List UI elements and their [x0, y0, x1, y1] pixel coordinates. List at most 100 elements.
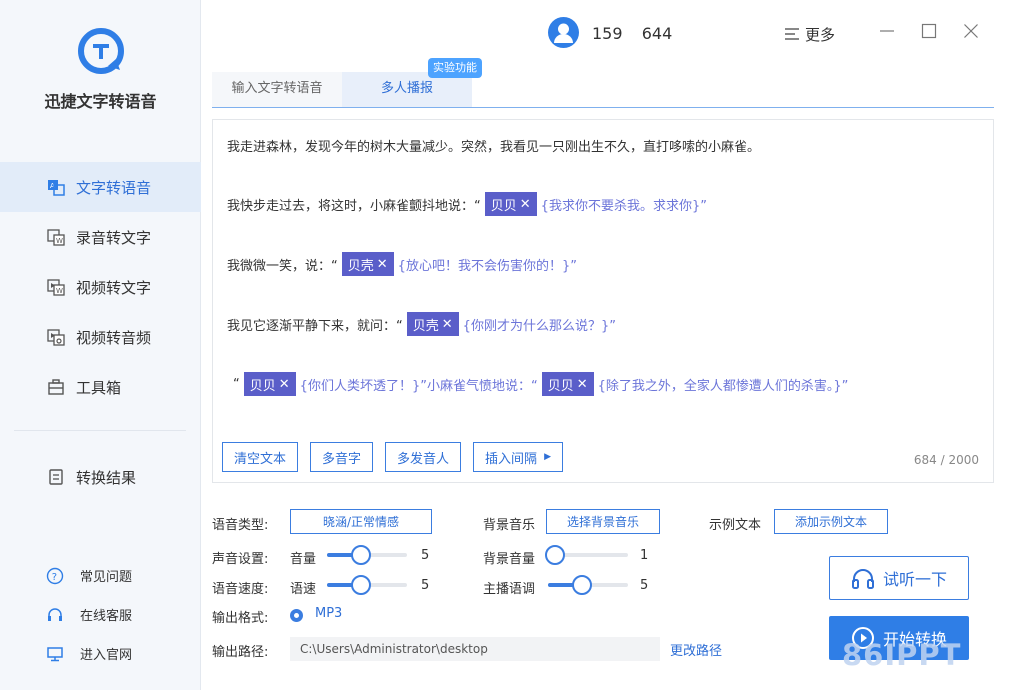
monitor-icon	[46, 645, 64, 663]
speed-slider[interactable]	[327, 575, 407, 595]
char-counter: 684 / 2000	[913, 453, 979, 467]
sidebar-item-label: 录音转文字	[76, 228, 152, 247]
menu-icon	[785, 26, 799, 44]
sidebar-item-text-to-speech[interactable]: A 文字转语音	[0, 162, 201, 212]
volume-slider[interactable]	[327, 545, 407, 565]
editor-text: “	[233, 376, 240, 392]
sidebar-item-toolbox[interactable]: 工具箱	[0, 362, 201, 412]
speaker-chip[interactable]: 贝贝 ✕	[484, 192, 537, 216]
speed-sub-label: 语速	[290, 582, 317, 597]
clear-text-button[interactable]: 清空文本	[222, 442, 299, 472]
chip-close-icon[interactable]: ✕	[279, 377, 290, 392]
minimize-button[interactable]	[878, 22, 896, 40]
experimental-badge: 实验功能	[428, 58, 482, 78]
sidebar-item-results-wrap: 转换结果	[0, 452, 201, 502]
close-button[interactable]	[962, 22, 980, 40]
text-to-speech-icon: A	[46, 177, 66, 197]
slider-knob[interactable]	[350, 545, 371, 565]
support-link[interactable]: 在线客服	[0, 595, 201, 634]
editor-line: 我微微一笑，说：“ 贝壳 ✕ {放心吧！我不会伤害你的！}”	[227, 252, 577, 276]
sidebar-divider	[14, 430, 186, 431]
recording-to-text-icon: W	[46, 227, 66, 247]
speaker-chip-label: 贝贝	[547, 378, 574, 394]
change-path-link[interactable]: 更改路径	[670, 640, 722, 659]
chip-close-icon[interactable]: ✕	[577, 377, 588, 392]
sample-text-label: 示例文本	[709, 518, 762, 533]
sidebar-item-results[interactable]: 转换结果	[0, 452, 201, 502]
user-phone: 159 644	[592, 24, 673, 43]
sidebar-nav: A 文字转语音 W 录音转文字 W 视频转文字 视频转音频 工具箱	[0, 162, 201, 412]
slider-knob[interactable]	[350, 575, 371, 595]
website-link-label: 进入官网	[80, 648, 133, 663]
maximize-button[interactable]	[920, 22, 938, 40]
sidebar-bottom-links: ? 常见问题 在线客服 进入官网	[0, 556, 201, 673]
speaker-chip[interactable]: 贝贝 ✕	[541, 372, 594, 396]
output-path-label: 输出路径:	[212, 645, 269, 660]
support-link-label: 在线客服	[80, 609, 133, 624]
more-menu-button[interactable]: 更多	[785, 24, 835, 45]
editor-text: 我微微一笑，说：“	[227, 258, 338, 274]
choose-bgm-button[interactable]: 选择背景音乐	[546, 509, 660, 534]
sidebar-item-label: 转换结果	[76, 468, 137, 487]
faq-link[interactable]: ? 常见问题	[0, 556, 201, 595]
maximize-icon	[921, 23, 937, 39]
pitch-value: 5	[640, 578, 649, 593]
output-path-field[interactable]: C:\Users\Administrator\desktop	[290, 637, 660, 661]
svg-text:W: W	[56, 237, 63, 245]
sidebar-item-label: 文字转语音	[76, 178, 152, 197]
app-name: 迅捷文字转语音	[44, 92, 157, 111]
speaker-chip[interactable]: 贝贝 ✕	[243, 372, 296, 396]
mp3-radio[interactable]	[290, 609, 303, 622]
headset-icon	[46, 606, 64, 624]
speaker-chip-label: 贝贝	[249, 378, 276, 394]
speed-value: 5	[421, 578, 430, 593]
avatar[interactable]	[548, 17, 579, 48]
tab-text-to-speech[interactable]: 输入文字转语音	[212, 72, 342, 107]
multi-speaker-button[interactable]: 多发音人	[385, 442, 462, 472]
speaker-text: {你刚才为什么那么说？}”	[462, 318, 616, 334]
slider-knob[interactable]	[571, 575, 592, 595]
more-label: 更多	[805, 26, 836, 44]
output-format-label: 输出格式:	[212, 611, 269, 626]
speaker-chip-label: 贝壳	[347, 258, 374, 274]
chip-close-icon[interactable]: ✕	[442, 317, 453, 332]
text-editor[interactable]: 我走进森林，发现今年的树木大量减少。突然，我看见一只刚出生不久，直打哆嗦的小麻雀…	[212, 119, 994, 483]
sidebar-item-label: 视频转文字	[76, 278, 152, 297]
question-icon: ?	[46, 567, 64, 585]
editor-line: 我走进森林，发现今年的树木大量减少。突然，我看见一只刚出生不久，直打哆嗦的小麻雀…	[227, 136, 760, 155]
mp3-radio-label[interactable]: MP3	[315, 606, 342, 621]
bgm-label: 背景音乐	[483, 518, 536, 533]
volume-label: 音量	[290, 552, 317, 567]
faq-link-label: 常见问题	[80, 570, 133, 585]
add-sample-text-button[interactable]: 添加示例文本	[774, 509, 888, 534]
chip-close-icon[interactable]: ✕	[377, 257, 388, 272]
voice-type-label: 语音类型:	[212, 518, 269, 533]
sidebar-item-video-to-text[interactable]: W 视频转文字	[0, 262, 201, 312]
editor-toolbar: 清空文本 多音字 多发音人 插入间隔 ▶	[222, 442, 575, 472]
bgm-volume-slider[interactable]	[544, 545, 628, 565]
speaker-text: {除了我之外，全家人都惨遭人们的杀害。}”	[597, 378, 849, 394]
pitch-label: 主播语调	[483, 582, 536, 597]
insert-pause-label: 插入间隔	[485, 451, 538, 467]
headphones-icon	[851, 567, 875, 589]
voice-type-button[interactable]: 晓涵/正常情感	[290, 509, 432, 534]
mode-tabs: 输入文字转语音 多人播报	[212, 72, 994, 108]
editor-line: “ 贝贝 ✕ {你们人类坏透了！}”小麻雀气愤地说：“ 贝贝 ✕ {除了我之外，全家…	[233, 372, 848, 396]
polyphone-button[interactable]: 多音字	[310, 442, 374, 472]
user-icon	[554, 23, 573, 43]
svg-text:?: ?	[52, 572, 57, 583]
speaker-chip-label: 贝贝	[490, 198, 517, 214]
pitch-slider[interactable]	[548, 575, 628, 595]
speaker-chip[interactable]: 贝壳 ✕	[341, 252, 394, 276]
preview-button[interactable]: 试听一下	[829, 556, 969, 600]
sidebar-item-video-to-audio[interactable]: 视频转音频	[0, 312, 201, 362]
speed-label: 语音速度:	[212, 582, 269, 597]
slider-knob[interactable]	[544, 545, 565, 565]
website-link[interactable]: 进入官网	[0, 634, 201, 673]
minimize-icon	[880, 30, 894, 32]
insert-pause-button[interactable]: 插入间隔 ▶	[473, 442, 563, 472]
speaker-chip[interactable]: 贝壳 ✕	[406, 312, 459, 336]
bgm-volume-label: 背景音量	[483, 552, 536, 567]
chip-close-icon[interactable]: ✕	[520, 197, 531, 212]
sidebar-item-recording-to-text[interactable]: W 录音转文字	[0, 212, 201, 262]
